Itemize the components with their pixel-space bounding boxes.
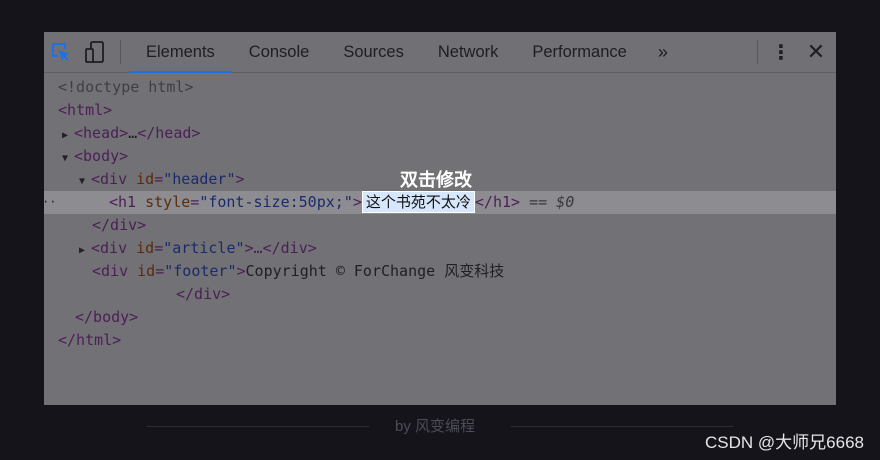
devtools-toolbar: Elements Console Sources Network Perform…	[44, 32, 836, 73]
tree-line-div-footer[interactable]: <div id="footer">Copyright © ForChange 风…	[44, 260, 836, 283]
device-toggle-icon[interactable]	[78, 32, 112, 72]
body-open-tag: <body>	[74, 147, 129, 165]
dom-tree: <!doctype html> <html> ▶ <head>…</head> ▼…	[42, 76, 836, 352]
collapse-triangle-icon[interactable]: ▼	[79, 170, 91, 193]
attr-name: style	[145, 193, 191, 211]
div-close-tag: </div>	[92, 216, 147, 234]
attr-value: "footer"	[164, 262, 237, 280]
text-edit-field[interactable]: 这个书苑不太冷	[361, 191, 475, 213]
body-close-tag: </body>	[75, 308, 139, 326]
attr-name: id	[136, 170, 155, 188]
footer-credit: by 风变编程	[395, 418, 476, 435]
watermark: CSDN @大师兄6668	[705, 433, 864, 452]
head-ellipsis[interactable]: …	[128, 124, 137, 142]
tree-line-doctype[interactable]: <!doctype html>	[44, 76, 836, 99]
tree-line-div-footer-close[interactable]: </div>	[44, 283, 836, 306]
expand-triangle-icon[interactable]: ▶	[79, 239, 91, 262]
tree-line-div-article[interactable]: ▶ <div id="article">…</div>	[44, 237, 836, 260]
h1-open-tag: <h1	[109, 193, 137, 211]
tab-performance[interactable]: Performance	[515, 32, 643, 72]
tab-console[interactable]: Console	[232, 32, 327, 72]
attr-value: "header"	[163, 170, 236, 188]
collapse-triangle-icon[interactable]: ▼	[62, 147, 74, 170]
devtools-panel: Elements Console Sources Network Perform…	[42, 32, 836, 405]
tab-sources[interactable]: Sources	[326, 32, 421, 72]
tree-line-html[interactable]: <html>	[44, 99, 836, 122]
close-icon[interactable]: ✕	[796, 39, 836, 65]
tree-line-body-close[interactable]: </body>	[44, 306, 836, 329]
footer-divider-left	[147, 426, 369, 427]
tree-line-html-close[interactable]: </html>	[44, 329, 836, 352]
div-open-tag: <div	[91, 239, 128, 257]
div-close-tag: </div>	[176, 285, 231, 303]
head-close-tag: </head>	[137, 124, 201, 142]
element-picker-icon[interactable]	[44, 32, 78, 72]
tree-line-div-close[interactable]: </div>	[44, 214, 836, 237]
h1-close-tag: </h1>	[474, 193, 521, 211]
div-open-tag: <div	[91, 170, 128, 188]
row-dots-icon: ··	[42, 195, 57, 209]
head-open-tag: <head>	[74, 124, 129, 142]
tree-line-body[interactable]: ▼ <body>	[44, 145, 836, 168]
edit-hint-tooltip: 双击修改	[400, 170, 472, 190]
tree-line-h1-selected[interactable]: ·· <h1 style="font-size:50px;"> 这个书苑不太冷 </h…	[42, 191, 836, 214]
tab-elements[interactable]: Elements	[129, 32, 232, 73]
toolbar-divider	[120, 40, 121, 64]
tab-network[interactable]: Network	[421, 32, 516, 72]
doctype-text: <!doctype html>	[58, 78, 194, 96]
attr-name: id	[137, 262, 156, 280]
more-options-icon[interactable]: ⋮	[766, 40, 796, 65]
tree-line-head[interactable]: ▶ <head>…</head>	[44, 122, 836, 145]
attr-value: "font-size:50px;"	[199, 193, 353, 211]
footer-divider-right	[511, 426, 733, 427]
expand-triangle-icon[interactable]: ▶	[62, 124, 74, 147]
selected-marker: == $0	[529, 193, 575, 211]
html-open-tag: <html>	[58, 101, 113, 119]
div-collapsed-rest: >…</div>	[244, 239, 317, 257]
toolbar-divider-right	[757, 40, 758, 64]
div-open-tag: <div	[92, 262, 129, 280]
more-tabs-icon[interactable]: »	[644, 42, 682, 63]
html-close-tag: </html>	[58, 331, 122, 349]
attr-name: id	[136, 239, 155, 257]
footer-text-node[interactable]: Copyright © ForChange 风变科技	[246, 262, 505, 280]
attr-value: "article"	[163, 239, 245, 257]
